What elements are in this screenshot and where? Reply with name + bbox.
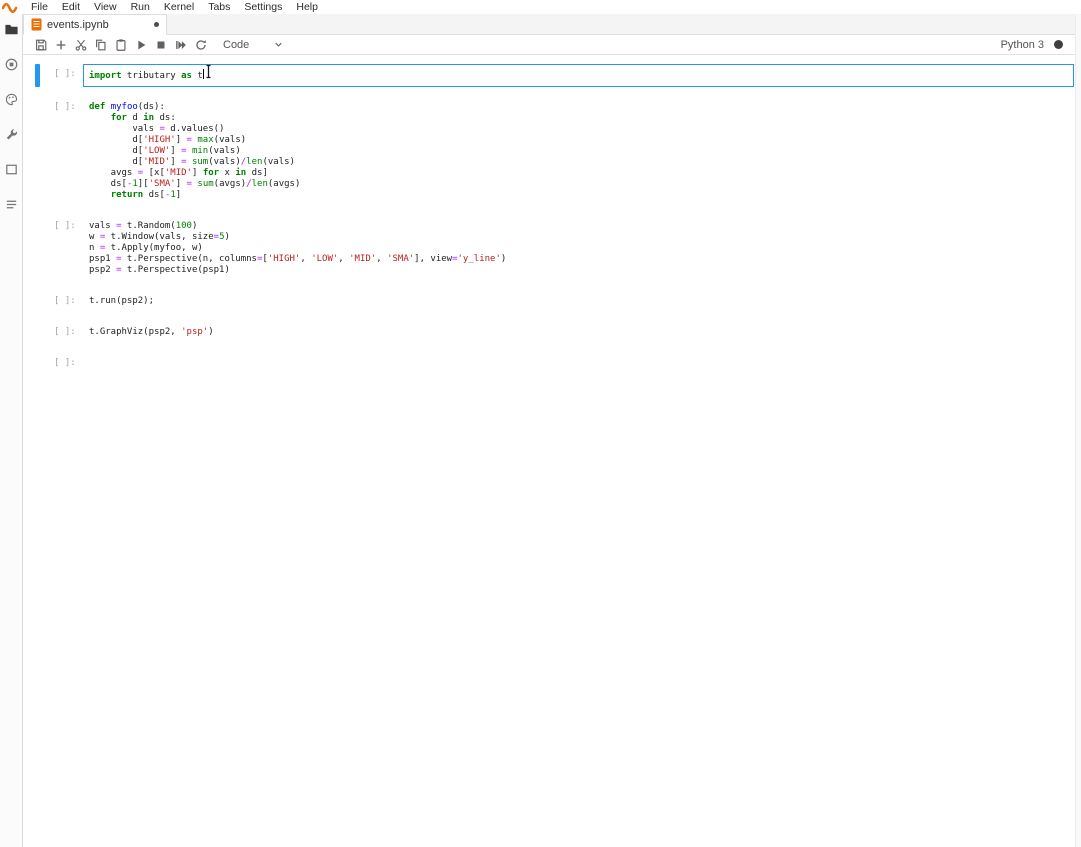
save-button[interactable] [31,36,51,54]
code-line: d['MID'] = sum(vals)/len(vals) [89,157,295,167]
menu-help[interactable]: Help [289,0,325,14]
save-icon [36,39,47,50]
menu-tabs[interactable]: Tabs [201,0,237,14]
code-line: avgs = [x['MID'] for x in ds] [89,168,268,178]
menu-file[interactable]: File [24,0,55,14]
run-cell-button[interactable] [131,36,151,54]
code-line: d['HIGH'] = max(vals) [89,135,247,145]
restart-kernel-button[interactable] [191,36,211,54]
tab-events-ipynb[interactable]: events.ipynb [23,14,167,35]
copy-cells-button[interactable] [91,36,111,54]
code-line: psp1 = t.Perspective(n, columns=['HIGH',… [89,254,507,264]
paste-cells-button[interactable] [111,36,131,54]
notebook-cell[interactable]: [ ]: t.GraphViz(psp2, 'psp') [23,317,1081,348]
workspace: events.ipynb Code Python 3 []: import t… [0,14,1081,847]
cell-type-dropdown[interactable]: Code [223,39,284,51]
left-sidebar [0,14,23,847]
notebook-cells: [ ]: import tributary as t [ ]: def myfoo(d… [23,59,1081,379]
cell-editor[interactable]: vals = t.Random(100) w = t.Window(vals, s… [83,216,1074,281]
refresh-icon [196,39,206,50]
plus-icon [56,40,66,49]
table-of-contents-icon[interactable] [4,197,19,212]
cell-editor[interactable]: t.run(psp2); [83,291,1074,312]
kernel-name[interactable]: Python 3 [1001,39,1044,51]
clipboard-icon [116,38,126,51]
notebook-tools-icon[interactable] [4,127,19,142]
cell-prompt: [ ]: [54,221,76,231]
cell-editor[interactable]: def myfoo(ds): for d in ds: vals = d.val… [83,97,1074,206]
interrupt-kernel-button[interactable] [151,36,171,54]
code-line: ds[-1]['SMA'] = sum(avgs)/len(avgs) [89,179,301,189]
cell-prompt: [ ]: [54,296,76,306]
cell-prompt: [ ]: [54,327,76,337]
play-icon [138,40,146,49]
notebook-cell[interactable]: [ ]: t.run(psp2); [23,286,1081,317]
kernel-indicator: Python 3 [1001,39,1073,51]
text-caret [202,69,204,79]
notebook-icon [31,18,42,31]
menu-edit[interactable]: Edit [55,0,87,14]
scissors-icon [75,39,87,51]
cell-editor[interactable]: import tributary as t [83,64,1074,87]
menu-kernel[interactable]: Kernel [157,0,201,14]
dock-tab-bar: events.ipynb [23,14,1081,35]
add-cell-button[interactable] [51,36,71,54]
code-line: vals = t.Random(100) [89,221,198,231]
code-line: vals = d.values() [89,124,225,134]
notebook-cell[interactable]: [ ]: import tributary as t [23,59,1081,92]
code-line: w = t.Window(vals, size=5) [89,232,230,242]
code-line: def myfoo(ds): [89,102,165,112]
restart-run-all-button[interactable] [171,36,191,54]
cell-editor[interactable] [83,353,1074,374]
kernel-status-icon [1054,40,1063,49]
scrollbar[interactable] [1075,15,1081,847]
menu-view[interactable]: View [87,0,124,14]
notebook-cell[interactable]: [ ]: def myfoo(ds): for d in ds: vals = d… [23,92,1081,211]
cell-editor[interactable]: t.GraphViz(psp2, 'psp') [83,322,1074,343]
code-line: return ds[-1] [110,190,182,200]
code-line: psp2 = t.Perspective(psp1) [89,265,230,275]
code-line: t.run(psp2); [89,296,155,306]
notebook-area: [ ]: import tributary as t [ ]: def myfoo(d… [23,55,1081,847]
fast-forward-icon [176,40,186,49]
code-line: d['LOW'] = min(vals) [89,146,241,156]
menu-run[interactable]: Run [124,0,157,14]
code-line: import tributary as t [89,69,204,81]
stop-icon [157,41,165,48]
unsaved-changes-indicator[interactable] [154,22,159,27]
code-line: for d in ds: [110,113,176,123]
notebook-toolbar: Code Python 3 [23,35,1081,55]
tab-label: events.ipynb [47,18,109,31]
menu-settings[interactable]: Settings [237,0,289,14]
main-dock-panel: events.ipynb Code Python 3 []: import t… [23,14,1081,847]
code-line: n = t.Apply(myfoo, w) [89,243,203,253]
notebook-cell[interactable]: [ ]: [23,348,1081,379]
cell-type-value: Code [223,38,250,51]
command-palette-icon[interactable] [4,92,19,107]
chevron-down-icon [275,42,282,47]
cut-cells-button[interactable] [71,36,91,54]
notebook-cell[interactable]: [ ]: vals = t.Random(100) w = t.Window(val… [23,211,1081,286]
running-kernels-icon[interactable] [4,57,19,72]
app-logo-icon [2,3,18,13]
cell-prompt: [ ]: [54,358,76,368]
open-tabs-icon[interactable] [4,162,19,177]
cell-prompt: [ ]: [54,102,76,112]
cell-prompt: [ ]: [54,69,76,79]
code-line: t.GraphViz(psp2, 'psp') [89,327,214,337]
file-browser-icon[interactable] [4,22,19,37]
menu-bar: File Edit View Run Kernel Tabs Settings … [0,0,1081,14]
copy-icon [96,39,106,50]
